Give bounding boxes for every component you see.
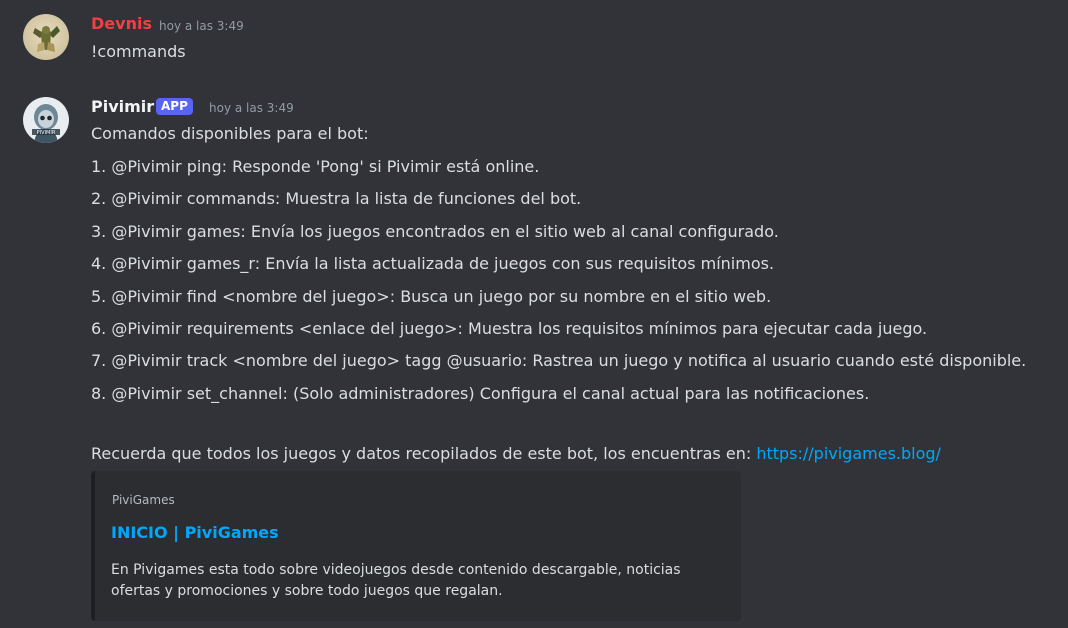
embed-provider: PiviGames	[112, 493, 175, 507]
command-line-2: 2. @Pivimir commands: Muestra la lista d…	[91, 189, 582, 208]
footer-line: Recuerda que todos los juegos y datos re…	[91, 443, 941, 465]
avatar-devnis[interactable]	[23, 14, 69, 60]
command-line-8: 8. @Pivimir set_channel: (Solo administr…	[91, 384, 870, 403]
avatar-pivimir[interactable]: PIVIMIR	[23, 97, 69, 143]
timestamp: hoy a las 3:49	[159, 19, 244, 33]
svg-text:PIVIMIR: PIVIMIR	[37, 130, 56, 136]
link-embed: PiviGames INICIO | PiviGames En Pivigame…	[91, 471, 741, 621]
avatar-image-pivimir: PIVIMIR	[23, 97, 69, 143]
chat-messages: Devnis hoy a las 3:49 !commands PIVIMIR …	[0, 0, 1068, 628]
command-line-1: 1. @Pivimir ping: Responde 'Pong' si Piv…	[91, 157, 540, 176]
website-link[interactable]: https://pivigames.blog/	[756, 444, 941, 463]
username-pivimir[interactable]: Pivimir	[91, 97, 154, 117]
command-line-6: 6. @Pivimir requirements <enlace del jue…	[91, 319, 928, 338]
command-line-3: 3. @Pivimir games: Envía los juegos enco…	[91, 222, 779, 241]
footer-text: Recuerda que todos los juegos y datos re…	[91, 444, 757, 463]
command-line-7: 7. @Pivimir track <nombre del juego> tag…	[91, 351, 1027, 370]
app-badge: APP	[156, 98, 193, 115]
command-line-4: 4. @Pivimir games_r: Envía la lista actu…	[91, 254, 775, 273]
username-devnis[interactable]: Devnis	[91, 14, 152, 34]
avatar-image-devnis	[23, 14, 69, 60]
message-text: Comandos disponibles para el bot:	[91, 124, 369, 143]
message-text: !commands	[91, 42, 186, 61]
embed-description: En Pivigames esta todo sobre videojuegos…	[111, 562, 681, 599]
command-line-5: 5. @Pivimir find <nombre del juego>: Bus…	[91, 287, 772, 306]
timestamp: hoy a las 3:49	[209, 101, 294, 115]
embed-title-link[interactable]: INICIO | PiviGames	[111, 522, 279, 544]
